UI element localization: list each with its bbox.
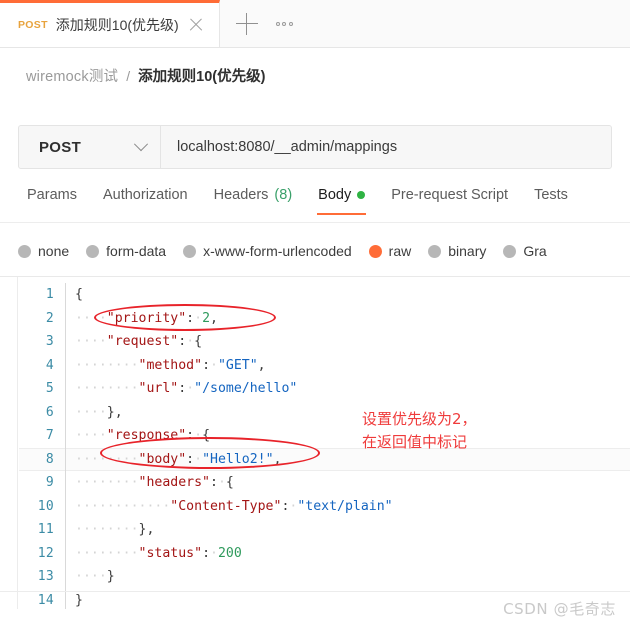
body-type-none-label: none bbox=[38, 243, 70, 259]
code-line[interactable]: 10 ············ "Content-Type": · "text/plai… bbox=[19, 494, 630, 518]
code-line-text[interactable]: ···· "request": ·{ bbox=[65, 330, 630, 354]
tab-authorization-label: Authorization bbox=[102, 187, 188, 203]
http-method-label: POST bbox=[39, 138, 82, 156]
headers-count-badge: (8) bbox=[274, 187, 293, 203]
radio-icon bbox=[18, 244, 31, 258]
tab-strip: POST 添加规则10(优先级) bbox=[0, 0, 630, 48]
tab-params-label: Params bbox=[27, 187, 77, 203]
code-line[interactable]: 8 ········ "body": · "Hello2!", bbox=[19, 447, 630, 471]
radio-icon bbox=[428, 244, 442, 258]
chevron-down-icon bbox=[133, 137, 149, 152]
code-line-text[interactable]: ····} bbox=[65, 565, 630, 589]
request-tab-active[interactable]: POST 添加规则10(优先级) bbox=[0, 0, 220, 47]
breadcrumb-separator: / bbox=[126, 67, 131, 84]
tab-strip-actions bbox=[219, 0, 630, 47]
editor-left-rail bbox=[0, 277, 18, 609]
body-type-none[interactable]: none bbox=[18, 243, 86, 259]
body-type-graphql[interactable]: Gra bbox=[503, 243, 563, 259]
body-type-form-data-label: form-data bbox=[106, 243, 167, 259]
tab-pre-request-script-label: Pre-request Script bbox=[391, 187, 509, 203]
code-line[interactable]: 11 ········}, bbox=[19, 518, 630, 542]
line-number: 8 bbox=[45, 451, 54, 467]
line-number: 7 bbox=[45, 428, 54, 443]
line-number: 12 bbox=[37, 545, 54, 561]
body-type-urlencoded-label: x-www-form-urlencoded bbox=[203, 243, 352, 259]
radio-icon bbox=[183, 244, 197, 258]
request-section-tabs: Params Authorization Headers (8) Body Pre… bbox=[0, 185, 630, 223]
body-type-radio-group: none form-data x-www-form-urlencoded raw… bbox=[0, 232, 630, 270]
tab-authorization[interactable]: Authorization bbox=[90, 185, 201, 215]
tab-title-label: 添加规则10(优先级) bbox=[55, 17, 179, 33]
more-options-icon[interactable] bbox=[275, 21, 293, 26]
code-line-text[interactable]: { bbox=[65, 283, 630, 307]
tab-tests-label: Tests bbox=[534, 187, 568, 203]
line-number: 1 bbox=[45, 287, 54, 302]
line-number: 2 bbox=[45, 310, 54, 326]
code-line[interactable]: 7 ···· "response": ·{ bbox=[19, 424, 630, 448]
radio-icon bbox=[86, 244, 100, 258]
code-line[interactable]: 6 ····}, bbox=[19, 400, 630, 424]
code-area[interactable]: 1{2 ···· "priority": · 2, 3 ···· "request": ·{4 ·… bbox=[19, 283, 630, 609]
code-line-text[interactable]: ········}, bbox=[65, 518, 630, 542]
tab-tests[interactable]: Tests bbox=[521, 185, 581, 215]
line-number: 4 bbox=[45, 357, 54, 373]
line-number: 5 bbox=[45, 381, 54, 396]
body-type-urlencoded[interactable]: x-www-form-urlencoded bbox=[183, 243, 369, 259]
close-icon[interactable] bbox=[187, 16, 205, 34]
tab-method-label: POST bbox=[18, 19, 48, 31]
line-number: 9 bbox=[45, 475, 54, 490]
body-type-form-data[interactable]: form-data bbox=[86, 243, 183, 259]
breadcrumb: wiremock测试 / 添加规则10(优先级) bbox=[0, 48, 630, 103]
code-line-text[interactable]: ········ "headers": ·{ bbox=[65, 471, 630, 495]
plus-icon[interactable] bbox=[235, 12, 258, 35]
line-number: 11 bbox=[37, 522, 54, 537]
tab-body-label: Body bbox=[318, 187, 352, 203]
code-line-text[interactable]: ········ "status": · 200 bbox=[65, 541, 630, 565]
body-present-dot-icon bbox=[357, 191, 366, 199]
code-line-text[interactable]: ····}, bbox=[65, 400, 630, 424]
url-input[interactable] bbox=[161, 126, 611, 168]
body-type-binary[interactable]: binary bbox=[428, 243, 503, 259]
line-number: 6 bbox=[45, 404, 54, 420]
radio-icon bbox=[503, 244, 517, 258]
code-line[interactable]: 2 ···· "priority": · 2, bbox=[19, 306, 630, 330]
url-bar: POST bbox=[18, 125, 612, 169]
code-line[interactable]: 3 ···· "request": ·{ bbox=[19, 330, 630, 354]
tab-body[interactable]: Body bbox=[305, 185, 378, 215]
code-line-text[interactable]: ···· "response": ·{ bbox=[65, 424, 630, 448]
body-type-binary-label: binary bbox=[448, 243, 487, 259]
tab-params[interactable]: Params bbox=[14, 185, 90, 215]
breadcrumb-collection[interactable]: wiremock测试 bbox=[26, 65, 118, 86]
code-line[interactable]: 4 ········ "method": · "GET", bbox=[19, 353, 630, 377]
code-line-text[interactable]: ········ "method": · "GET", bbox=[65, 353, 630, 377]
code-line-text[interactable]: ············ "Content-Type": · "text/plain" bbox=[65, 494, 630, 518]
line-number: 13 bbox=[37, 569, 54, 584]
line-number: 3 bbox=[45, 334, 54, 349]
code-line[interactable]: 9 ········ "headers": ·{ bbox=[19, 471, 630, 495]
postman-request-window: POST 添加规则10(优先级) wiremock测试 / 添加规则10(优先级… bbox=[0, 0, 630, 627]
body-type-graphql-label: Gra bbox=[523, 243, 547, 259]
tab-pre-request-script[interactable]: Pre-request Script bbox=[378, 185, 521, 215]
code-line-text[interactable]: ········ "body": · "Hello2!", bbox=[65, 447, 630, 471]
raw-body-editor[interactable]: 1{2 ···· "priority": · 2, 3 ···· "request": ·{4 ·… bbox=[0, 276, 630, 609]
tab-headers[interactable]: Headers (8) bbox=[201, 185, 306, 215]
line-number: 10 bbox=[37, 498, 54, 514]
radio-selected-icon bbox=[368, 244, 382, 258]
body-type-raw[interactable]: raw bbox=[368, 243, 429, 259]
code-line-text[interactable]: ········ "url": · "/some/hello" bbox=[65, 377, 630, 401]
watermark: CSDN @毛奇志 bbox=[503, 600, 616, 618]
footer-divider bbox=[0, 591, 630, 592]
code-line-text[interactable]: ···· "priority": · 2, bbox=[65, 306, 630, 330]
body-type-raw-label: raw bbox=[388, 243, 412, 259]
code-line[interactable]: 12 ········ "status": · 200 bbox=[19, 541, 630, 565]
tab-headers-label: Headers bbox=[213, 187, 269, 203]
http-method-select[interactable]: POST bbox=[19, 126, 161, 168]
code-line[interactable]: 1{ bbox=[19, 283, 630, 307]
code-line[interactable]: 5 ········ "url": · "/some/hello" bbox=[19, 377, 630, 401]
breadcrumb-current-request: 添加规则10(优先级) bbox=[138, 69, 266, 85]
code-line[interactable]: 13 ····} bbox=[19, 565, 630, 589]
